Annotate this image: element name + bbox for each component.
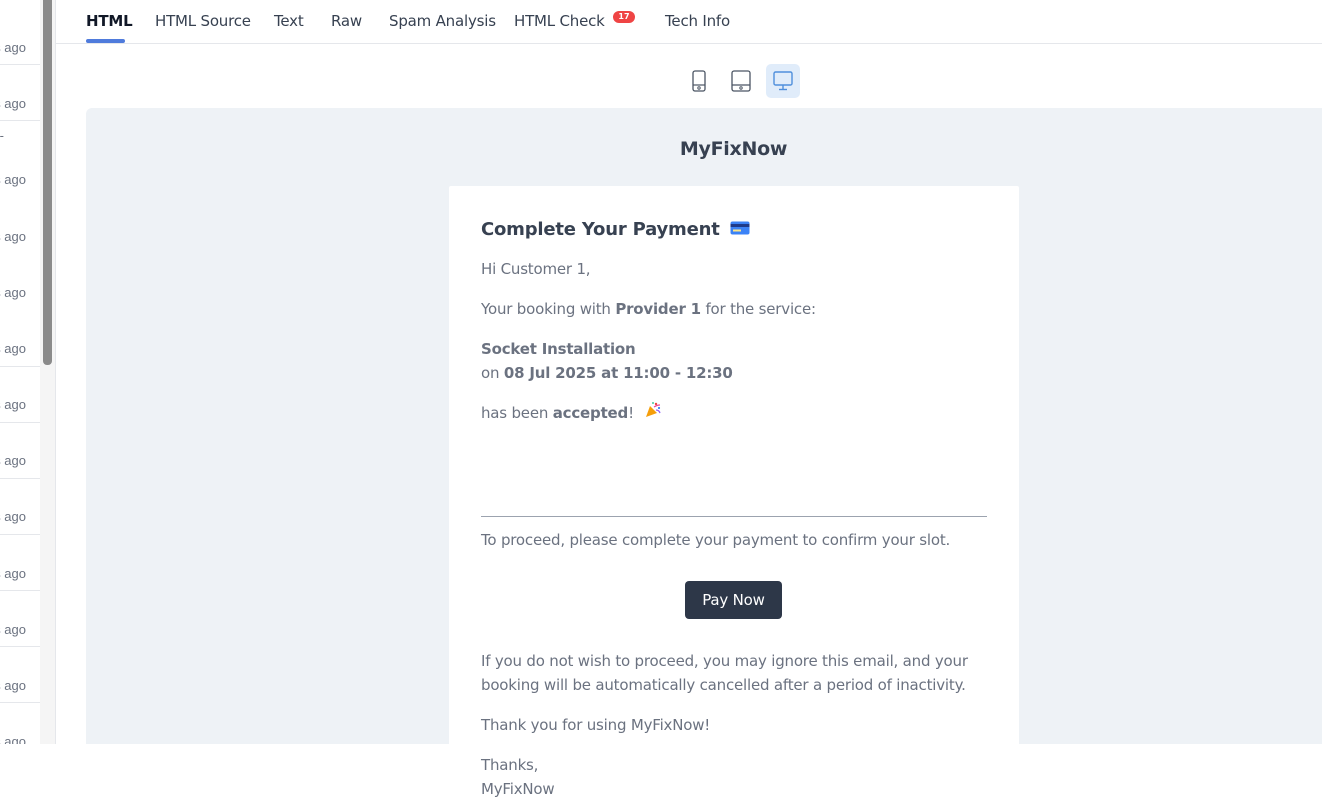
- desktop-icon: [773, 71, 793, 91]
- email-preview-pane: MyFixNow Complete Your Payment Hi Custom…: [86, 108, 1322, 798]
- list-item-time[interactable]: s ago: [0, 622, 26, 637]
- status-line: has been accepted!: [481, 401, 662, 426]
- pay-now-button[interactable]: Pay Now: [685, 581, 782, 619]
- list-item-time[interactable]: s ago: [0, 96, 26, 111]
- list-item-time[interactable]: s ago: [0, 734, 26, 744]
- list-divider: [0, 590, 40, 591]
- signoff-text: Thanks,: [481, 756, 539, 774]
- email-title-text: Complete Your Payment: [481, 219, 720, 240]
- list-item-time[interactable]: -: [0, 128, 4, 143]
- service-name-text: Socket Installation: [481, 340, 636, 358]
- proceed-text: To proceed, please complete your payment…: [481, 531, 951, 549]
- service-name: Socket Installation: [481, 337, 636, 361]
- list-scrollbar[interactable]: [40, 0, 56, 744]
- email-brand-header: MyFixNow: [679, 138, 788, 160]
- list-item-time[interactable]: s ago: [0, 229, 26, 244]
- status-prefix: has been: [481, 404, 553, 422]
- list-item-time[interactable]: s ago: [0, 566, 26, 581]
- thank-you-text: Thank you for using MyFixNow!: [481, 716, 711, 734]
- status-value: accepted: [552, 404, 629, 422]
- view-tabs: HTML HTML Source Text Raw Spam Analysis …: [56, 0, 1322, 44]
- provider-name: Provider 1: [615, 300, 701, 318]
- tab-text[interactable]: Text: [274, 12, 304, 30]
- tab-html-check[interactable]: HTML Check: [514, 12, 605, 30]
- list-divider: [0, 120, 40, 121]
- list-item-time[interactable]: s ago: [0, 509, 26, 524]
- tab-spam-analysis[interactable]: Spam Analysis: [389, 12, 496, 30]
- booking-suffix: for the service:: [700, 300, 816, 318]
- list-divider: [0, 478, 40, 479]
- booking-prefix: Your booking with: [481, 300, 616, 318]
- list-divider: [0, 534, 40, 535]
- ignore-text-line-2: booking will be automatically cancelled …: [481, 676, 966, 694]
- list-item-time[interactable]: s ago: [0, 397, 26, 412]
- email-card: Complete Your Payment Hi Customer 1, You…: [449, 186, 1019, 798]
- active-tab-indicator: [86, 39, 125, 43]
- signature-text: MyFixNow: [481, 780, 555, 798]
- tab-tech-info[interactable]: Tech Info: [665, 12, 730, 30]
- content-divider: [481, 516, 987, 517]
- desktop-view-button[interactable]: [766, 64, 800, 98]
- list-item-time[interactable]: s ago: [0, 285, 26, 300]
- list-divider: [0, 646, 40, 647]
- list-item-time[interactable]: s ago: [0, 453, 26, 468]
- list-divider: [0, 366, 40, 367]
- html-check-count-badge: 17: [613, 11, 635, 23]
- tab-html-source[interactable]: HTML Source: [155, 12, 251, 30]
- list-item-time[interactable]: s ago: [0, 40, 26, 55]
- list-divider: [0, 64, 40, 65]
- mobile-view-button[interactable]: [682, 64, 716, 98]
- on-prefix: on: [481, 364, 504, 382]
- list-item-time[interactable]: s ago: [0, 172, 26, 187]
- ignore-text-line-1: If you do not wish to proceed, you may i…: [481, 652, 968, 670]
- tablet-view-button[interactable]: [724, 64, 758, 98]
- greeting-text: Hi Customer 1,: [481, 260, 591, 278]
- booking-line: Your booking with Provider 1 for the ser…: [481, 297, 816, 321]
- tab-raw[interactable]: Raw: [331, 12, 362, 30]
- tab-html[interactable]: HTML: [86, 12, 133, 30]
- mobile-icon: [692, 70, 706, 92]
- credit-card-icon: [726, 220, 750, 241]
- booking-datetime: 08 Jul 2025 at 11:00 - 12:30: [503, 364, 733, 382]
- party-popper-icon: [638, 401, 662, 426]
- message-list-partial: s ago s ago - s ago s ago s ago s ago s …: [0, 0, 40, 744]
- list-divider: [0, 422, 40, 423]
- list-divider: [0, 702, 40, 703]
- scrollbar-thumb[interactable]: [43, 0, 52, 365]
- status-suffix: !: [628, 404, 634, 422]
- list-item-time[interactable]: s ago: [0, 678, 26, 693]
- booking-datetime-line: on 08 Jul 2025 at 11:00 - 12:30: [481, 361, 733, 385]
- list-item-time[interactable]: s ago: [0, 341, 26, 356]
- email-title: Complete Your Payment: [481, 219, 750, 241]
- tablet-icon: [731, 70, 751, 92]
